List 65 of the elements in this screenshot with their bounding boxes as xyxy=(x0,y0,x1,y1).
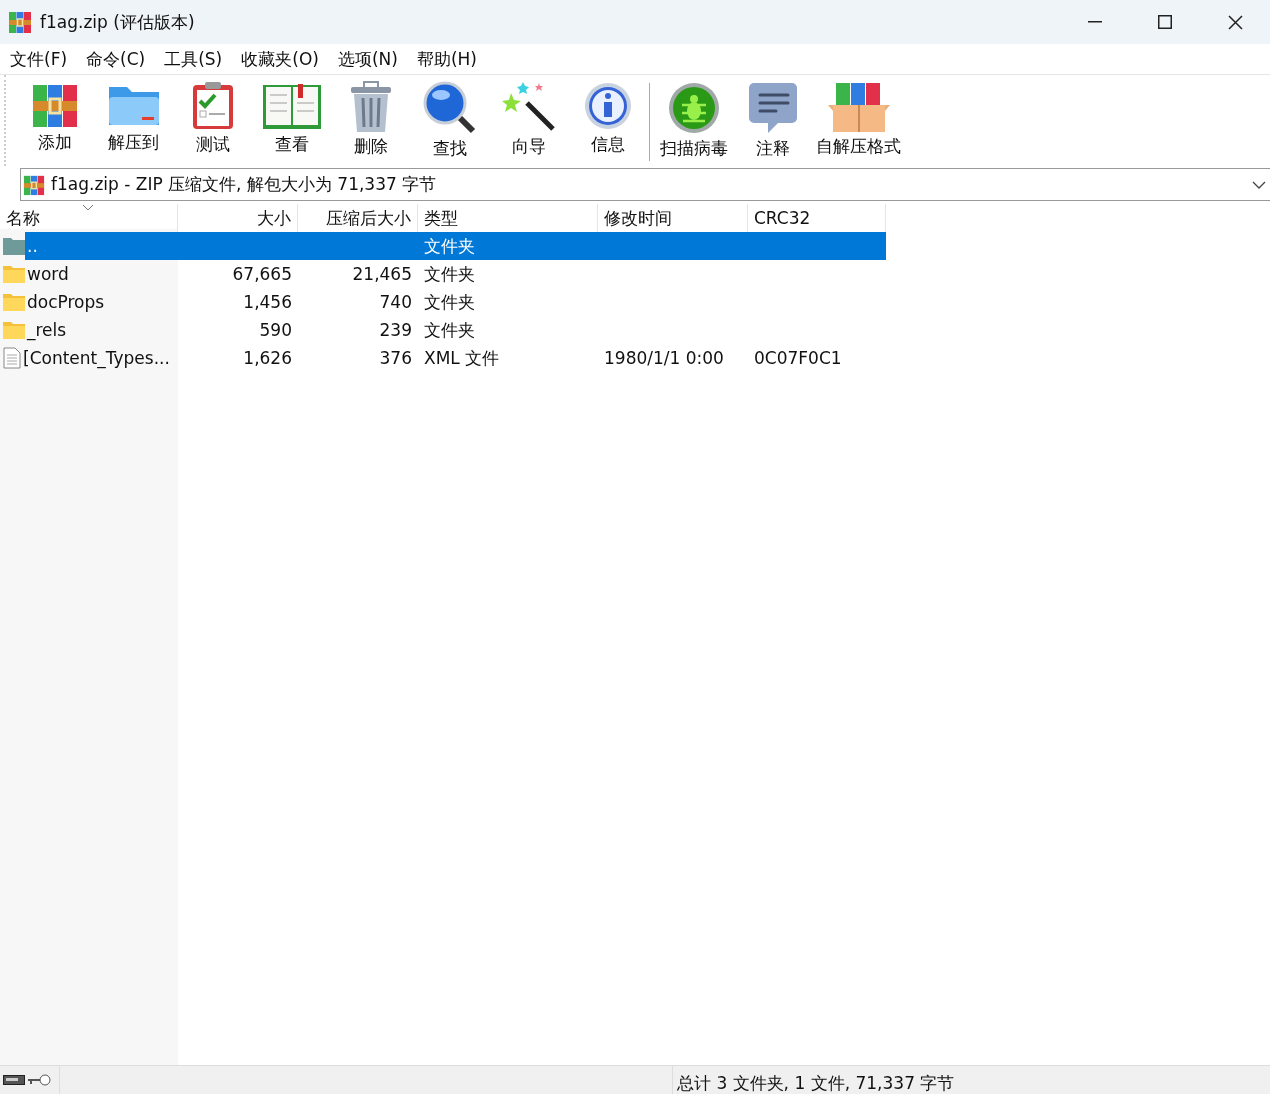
menu-item[interactable]: 命令(C) xyxy=(78,47,154,71)
type-cell-text: 文件夹 xyxy=(423,318,476,342)
menu-item[interactable]: 文件(F) xyxy=(2,47,76,71)
packed-size-cell-text: 239 xyxy=(378,320,413,340)
packed-size-cell-text: 740 xyxy=(378,292,413,312)
type-cell-text: 文件夹 xyxy=(423,262,476,286)
crc-cell-text: 0C07F0C1 xyxy=(753,348,843,368)
archive-books-icon xyxy=(8,10,32,34)
box-with-books-icon xyxy=(826,81,891,133)
size-cell-text: 590 xyxy=(258,320,293,340)
magnifier-icon xyxy=(422,81,477,135)
size-cell-text: 1,626 xyxy=(242,348,293,368)
trash-can-icon xyxy=(348,81,393,133)
toolbar-button[interactable]: 测试 xyxy=(173,81,252,161)
toolbar-button[interactable]: 扫描病毒 xyxy=(654,81,733,161)
info-icon xyxy=(582,81,633,131)
file-name[interactable]: [Content_Types... xyxy=(21,344,178,372)
close-icon xyxy=(1227,14,1243,30)
file-name[interactable]: docProps xyxy=(25,288,178,316)
window-title: f1ag.zip (评估版本) xyxy=(40,10,195,34)
toolbar-button[interactable]: 自解压格式 xyxy=(812,81,905,161)
modified-cell-text: 1980/1/1 0:00 xyxy=(603,348,725,368)
type-cell-text: XML 文件 xyxy=(423,346,501,370)
packed-size-cell-text: 376 xyxy=(378,348,413,368)
menu-item[interactable]: 帮助(H) xyxy=(408,47,485,71)
toolbar-button[interactable]: 删除 xyxy=(331,81,410,161)
menu-item[interactable]: 工具(S) xyxy=(156,47,231,71)
toolbar-button[interactable]: 信息 xyxy=(568,81,647,161)
file-row[interactable]: 590 239 文件夹 xyxy=(178,316,886,344)
sort-caret-icon xyxy=(82,204,94,211)
file-row[interactable]: 文件夹 xyxy=(178,232,886,260)
file-row[interactable]: 1,456 740 文件夹 xyxy=(178,288,886,316)
checklist-clipboard-icon xyxy=(190,81,235,131)
toolbar-button[interactable]: 查找 xyxy=(410,81,489,161)
size-cell-text: 1,456 xyxy=(242,292,293,312)
address-text: f1ag.zip - ZIP 压缩文件, 解包大小为 71,337 字节 xyxy=(51,173,437,196)
menu-item[interactable]: 收藏夹(O) xyxy=(233,47,327,71)
toolbar-button[interactable]: 注释 xyxy=(733,81,812,161)
file-row[interactable]: 67,665 21,465 文件夹 xyxy=(178,260,886,288)
archive-books-icon xyxy=(23,173,45,196)
magic-wand-icon xyxy=(500,81,557,133)
menu-item[interactable]: 选项(N) xyxy=(329,47,406,71)
toolbar-button[interactable]: 查看 xyxy=(252,81,331,161)
toolbar-button[interactable]: 添加 xyxy=(15,81,94,161)
key-icon xyxy=(27,1074,51,1086)
drive-icon xyxy=(3,1075,25,1085)
file-name[interactable]: _rels xyxy=(25,316,178,344)
type-cell-text: 文件夹 xyxy=(423,290,476,314)
size-cell-text: 67,665 xyxy=(231,264,293,284)
minimize-icon xyxy=(1088,21,1102,23)
toolbar-button[interactable]: 向导 xyxy=(489,81,568,161)
document-icon xyxy=(3,347,21,369)
toolbar-button[interactable]: 解压到 xyxy=(94,81,173,161)
speech-bubble-icon xyxy=(747,81,798,135)
file-name[interactable]: word xyxy=(25,260,178,288)
type-cell-text: 文件夹 xyxy=(423,234,476,258)
file-row[interactable]: 1,626 376 XML 文件 1980/1/1 0:00 0C07F0C1 xyxy=(178,344,886,372)
maximize-icon xyxy=(1158,15,1172,29)
packed-size-cell-text: 21,465 xyxy=(351,264,413,284)
address-bar[interactable]: f1ag.zip - ZIP 压缩文件, 解包大小为 71,337 字节 xyxy=(20,168,1270,201)
bug-icon xyxy=(666,81,721,135)
status-text: 总计 3 文件夹, 1 文件, 71,337 字节 xyxy=(672,1066,955,1094)
chevron-down-icon xyxy=(1252,180,1266,189)
file-name[interactable]: .. xyxy=(25,232,178,260)
open-book-icon xyxy=(261,81,322,131)
